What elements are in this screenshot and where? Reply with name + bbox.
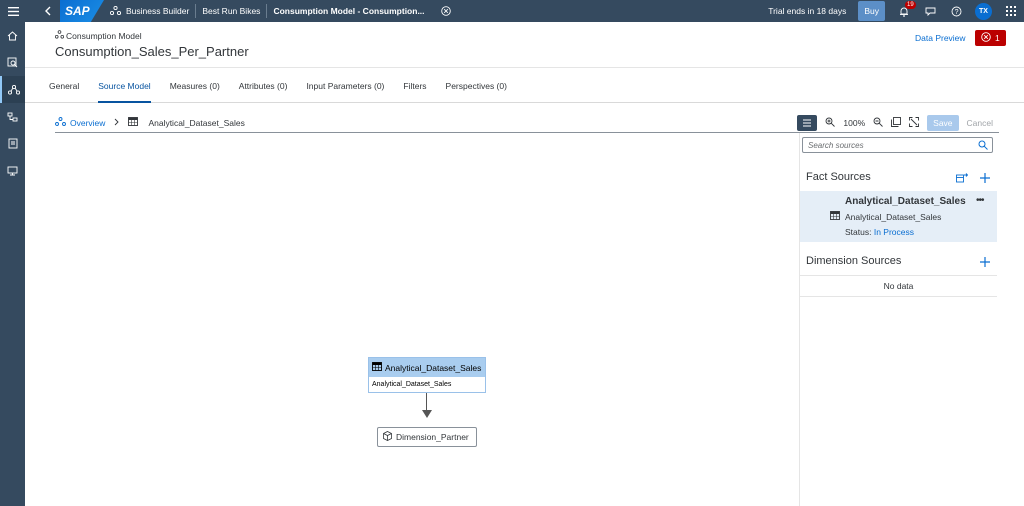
object-type: Consumption Model (54, 30, 142, 41)
search-placeholder: Search sources (808, 140, 864, 150)
fact-item-subtitle: Analytical_Dataset_Sales (845, 212, 942, 222)
error-button[interactable]: 1 (975, 30, 1006, 46)
zoom-level: 100% (843, 117, 866, 128)
toolbar-actions: 100% Save Cancel (797, 114, 999, 131)
source-model-editor: Overview Analytical_Dataset_Sales 100% S… (25, 103, 1024, 506)
app-name: Business Builder (126, 6, 190, 16)
list-view-button[interactable] (797, 114, 818, 131)
shell-bar: SAP Business Builder Best Run Bikes Cons… (0, 0, 1024, 22)
list-icon (803, 119, 812, 126)
business-builder-icon[interactable] (0, 76, 25, 103)
data-model-icon[interactable] (0, 103, 25, 130)
story-icon[interactable] (0, 130, 25, 157)
sap-logo[interactable]: SAP (60, 0, 104, 22)
replace-source-icon[interactable] (956, 173, 969, 185)
breadcrumb: Overview Analytical_Dataset_Sales (55, 117, 245, 128)
search-icon[interactable] (978, 140, 988, 152)
overview-link[interactable]: Overview (70, 118, 105, 128)
breadcrumb-current: Analytical_Dataset_Sales (148, 117, 245, 128)
association-line (426, 393, 427, 411)
svg-text:?: ? (954, 9, 958, 16)
tab-source-model[interactable]: Source Model (98, 68, 152, 103)
consumption-model-icon (54, 30, 65, 41)
fact-node-title: Analytical_Dataset_Sales (385, 362, 482, 373)
notification-count: 19 (905, 1, 916, 9)
dimension-sources-title: Dimension Sources (806, 255, 902, 267)
copy-icon[interactable] (891, 116, 902, 129)
zoom-out-icon[interactable] (873, 117, 883, 129)
feedback-icon[interactable] (917, 0, 943, 22)
menu-icon[interactable] (0, 0, 26, 22)
tab-general[interactable]: General (49, 68, 79, 103)
dimension-node-title: Dimension_Partner (396, 432, 469, 442)
more-icon[interactable]: ••• (976, 195, 984, 206)
close-circle-icon[interactable] (435, 0, 457, 22)
save-button[interactable]: Save (927, 114, 959, 131)
home-icon[interactable] (0, 22, 25, 49)
fact-item-title: Analytical_Dataset_Sales (845, 196, 966, 207)
back-icon[interactable] (38, 0, 58, 22)
chevron-right-icon (114, 118, 120, 128)
table-icon (372, 362, 382, 373)
data-preview-button[interactable]: Data Preview (915, 33, 966, 43)
fact-node-header: Analytical_Dataset_Sales (369, 358, 485, 377)
object-type-label: Consumption Model (66, 30, 142, 41)
fact-source-item[interactable]: Analytical_Dataset_Sales Analytical_Data… (800, 191, 997, 242)
error-icon (981, 32, 991, 44)
model-title[interactable]: Consumption Model - Consumption... (267, 0, 430, 22)
table-icon (128, 117, 139, 128)
status-label: Status: (845, 227, 872, 237)
fact-item-status: Status: In Process (845, 227, 914, 237)
business-builder-icon (109, 5, 122, 17)
editor-toolbar: Overview Analytical_Dataset_Sales 100% S… (55, 113, 999, 133)
divider (800, 296, 997, 297)
tab-perspectives[interactable]: Perspectives (0) (446, 68, 507, 103)
cancel-button[interactable]: Cancel (967, 118, 999, 128)
fact-node-subtitle: Analytical_Dataset_Sales (372, 381, 452, 388)
model-overview-icon (55, 117, 66, 128)
page-title: Consumption_Sales_Per_Partner (55, 44, 249, 59)
add-fact-source-icon[interactable] (980, 173, 990, 185)
object-header: Consumption Model Consumption_Sales_Per_… (25, 22, 1024, 67)
status-value: In Process (873, 227, 914, 237)
help-icon[interactable]: ? (943, 0, 969, 22)
tab-input-parameters[interactable]: Input Parameters (0) (306, 68, 384, 103)
cube-icon (383, 431, 392, 443)
presentation-icon[interactable] (0, 157, 25, 184)
association-arrow (422, 410, 432, 418)
tab-bar: General Source Model Measures (0) Attrib… (25, 67, 1024, 103)
no-data-text: No data (883, 281, 914, 291)
company-name[interactable]: Best Run Bikes (196, 0, 266, 22)
sources-panel: Search sources Fact Sources Analytical_D… (799, 133, 997, 506)
side-navigation (0, 22, 25, 506)
dimension-node[interactable]: Dimension_Partner (377, 427, 477, 447)
avatar[interactable]: TX (975, 2, 992, 20)
data-search-icon[interactable] (0, 49, 25, 76)
business-builder-link[interactable]: Business Builder (104, 0, 195, 22)
fact-source-node[interactable]: Analytical_Dataset_Sales Analytical_Data… (368, 357, 486, 393)
table-icon (830, 211, 840, 222)
tab-attributes[interactable]: Attributes (0) (239, 68, 288, 103)
buy-button[interactable]: Buy (858, 1, 885, 21)
fact-sources-title: Fact Sources (806, 171, 871, 183)
grid-icon[interactable] (998, 0, 1024, 22)
fit-to-screen-icon[interactable] (909, 116, 920, 129)
add-dimension-source-icon[interactable] (980, 257, 990, 269)
trial-text: Trial ends in 18 days (768, 6, 847, 16)
divider (800, 275, 997, 276)
tab-measures[interactable]: Measures (0) (170, 68, 220, 103)
error-count: 1 (995, 33, 1000, 43)
search-input[interactable]: Search sources (802, 137, 993, 153)
tab-filters[interactable]: Filters (403, 68, 426, 103)
zoom-in-icon[interactable] (825, 117, 836, 129)
bell-icon[interactable]: 19 (891, 0, 917, 22)
